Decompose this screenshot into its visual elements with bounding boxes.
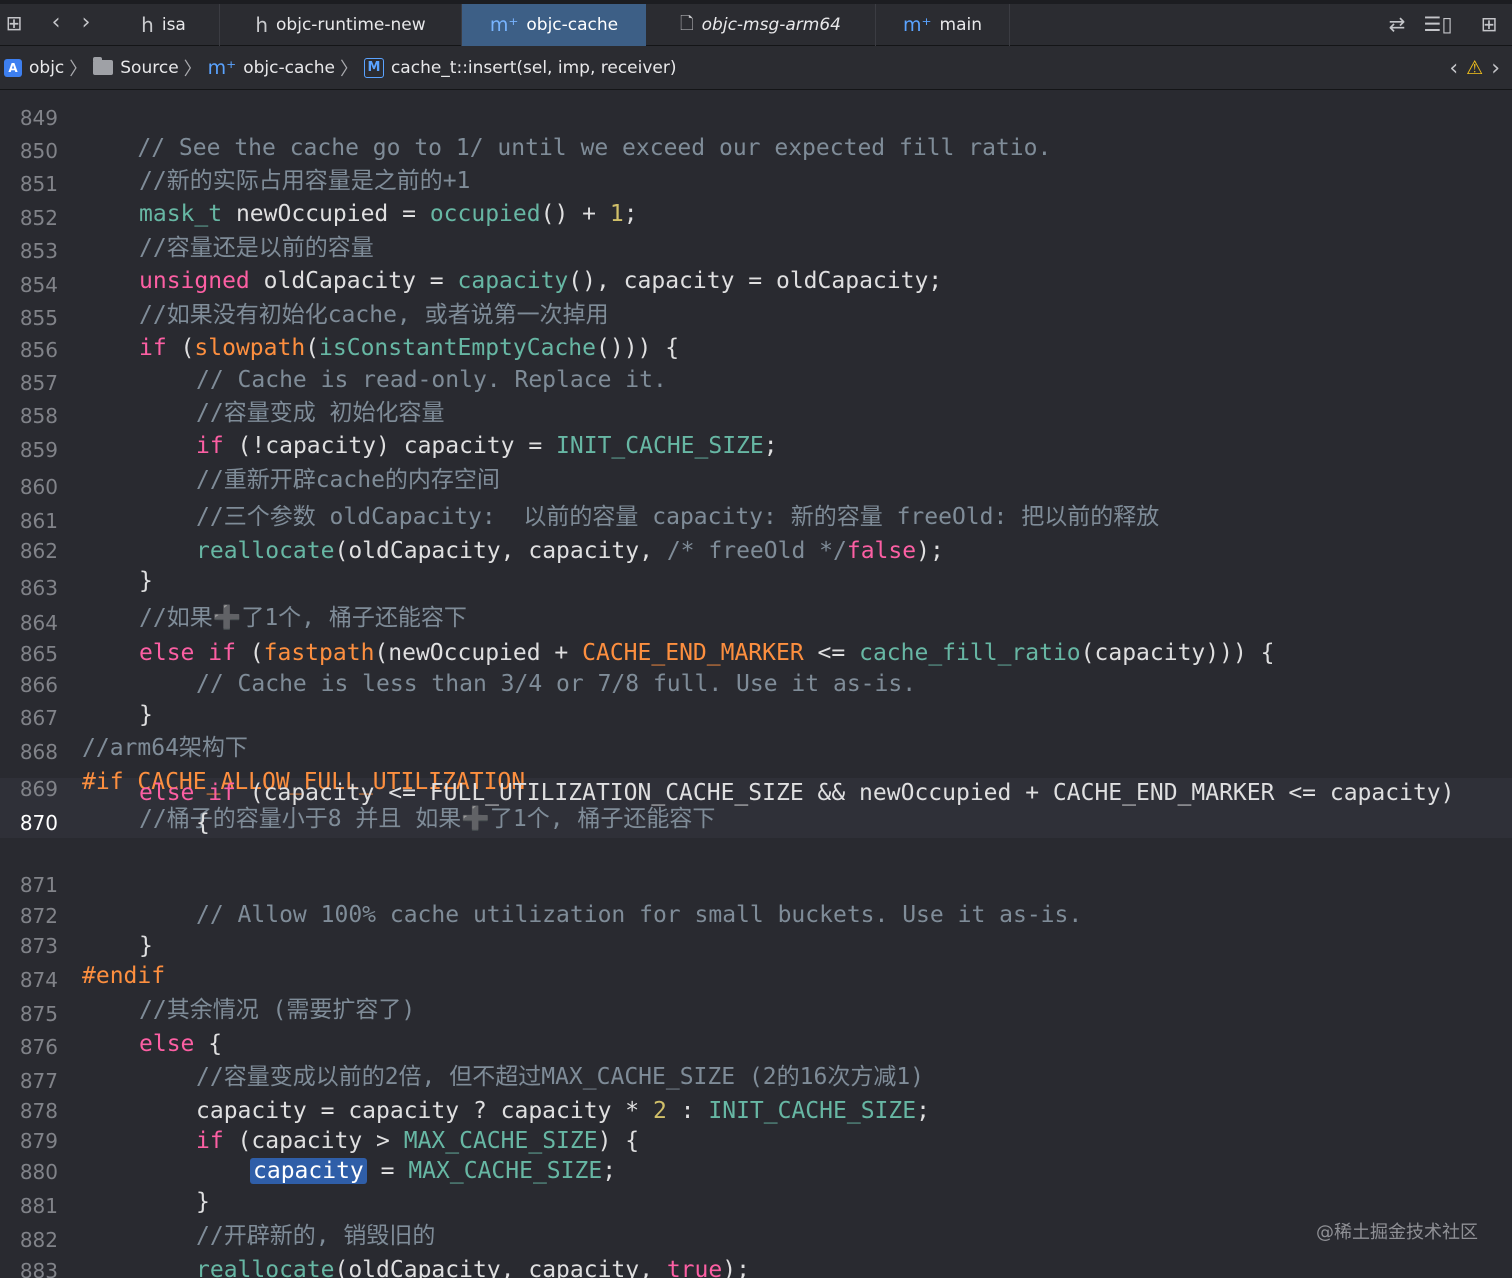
code-line: 871 // Allow 100% cache utilization for … [0,840,1512,928]
jump-bar: A objc 〉 Source 〉 m⁺ objc-cache 〉 M cach… [0,46,1512,90]
objc-source-file-icon: m⁺ [489,14,519,36]
code-line: 857 //容量变成 初始化容量 [0,338,1512,426]
code-line: 862 } [0,506,1512,594]
code-line: 867 //arm64架构下 [0,673,1512,761]
code-line: 872 } [0,871,1512,959]
tab-objc-msg-arm64[interactable]: 🗋 objc-msg-arm64 [646,4,876,46]
document-icon: 🗋 [679,13,694,34]
code-line: 861 reallocate(oldCapacity, capacity, /*… [0,476,1512,564]
chevron-right-icon: 〉 [339,58,358,80]
grid-icon[interactable]: ⊞ [2,10,26,36]
tab-bar: ⊞ ‹ › h isa h objc-runtime-new m⁺ objc-c… [0,0,1512,46]
code-line: 884 [0,1256,1512,1278]
back-icon[interactable]: ‹ [44,10,68,36]
code-line-current: 870 else if (capacity <= FULL_UTILIZATIO… [0,778,1512,838]
header-file-icon: h [141,13,154,37]
chevron-right-icon: 〉 [183,58,202,80]
folder-icon [93,57,114,75]
code-line: 859 //重新开辟cache的内存空间 [0,405,1512,493]
breadcrumb-label: cache_t::insert(sel, imp, receiver) [390,57,677,78]
code-line: 863 //如果➕了1个, 桶子还能容下 [0,543,1512,631]
code-line: 865 // Cache is less than 3/4 or 7/8 ful… [0,609,1512,697]
watermark: @稀土掘金技术社区 [1316,1222,1478,1243]
code-line: 878 if (capacity > MAX_CACHE_SIZE) { [0,1066,1512,1154]
code-line: 880 } [0,1127,1512,1215]
editor-options-icon[interactable]: ☰▯ [1420,12,1456,36]
code-line: 879 capacity = MAX_CACHE_SIZE; [0,1096,1512,1184]
tab-main[interactable]: m⁺ main [876,4,1010,46]
code-line: 849 // See the cache go to 1/ until we e… [0,90,1512,161]
line-number: 870 [19,811,58,835]
code-line: 881 //开辟新的, 销毁旧的 [0,1161,1512,1249]
breadcrumb-label: objc [29,57,65,78]
code-line: 877 capacity = capacity ? capacity * 2 :… [0,1036,1512,1124]
method-icon: M [363,57,384,78]
plain-token: (capacity <= FULL_UTILIZATION_CACHE_SIZE… [235,780,1455,806]
add-editor-icon[interactable]: ⊞ [1474,12,1504,36]
code-line: 873 #endif [0,901,1512,989]
breadcrumb-label: Source [120,57,179,78]
code-line: 852 //容量还是以前的容量 [0,173,1512,261]
tab-label: isa [161,15,186,35]
code-line: 866 } [0,640,1512,728]
tab-isa[interactable]: h isa [108,4,220,46]
objc-source-file-icon: m⁺ [902,14,932,36]
header-file-icon: h [255,13,269,37]
tab-label: objc-runtime-new [276,15,426,35]
code-line: 856 // Cache is read-only. Replace it. [0,305,1512,393]
code-line: 875 else { [0,969,1512,1057]
code-line: 855 if (slowpath(isConstantEmptyCache())… [0,273,1512,361]
previous-issue-icon[interactable]: ‹ [1449,56,1458,81]
tab-objc-cache[interactable]: m⁺ objc-cache [462,4,646,46]
breadcrumb-folder[interactable]: Source [93,46,179,90]
next-issue-icon[interactable]: › [1491,56,1500,81]
forward-icon[interactable]: › [74,10,98,36]
breadcrumb-label: objc-cache [243,57,335,78]
issue-navigator: ‹ ⚠ › [1449,46,1500,90]
code-line: 854 //如果没有初始化cache, 或者说第一次掉用 [0,240,1512,328]
chevron-right-icon: 〉 [69,58,88,80]
code-line: 853 unsigned oldCapacity = capacity(), c… [0,206,1512,294]
code-line: 882 reallocate(oldCapacity, capacity, tr… [0,1195,1512,1278]
code-line: 874 //其余情况 (需要扩容了) [0,935,1512,1023]
tab-label: objc-cache [526,15,619,35]
objc-source-file-icon: m⁺ [207,56,237,79]
tab-objc-runtime-new[interactable]: h objc-runtime-new [220,4,462,46]
code-line: 868 #if CACHE_ALLOW_FULL_UTILIZATION [0,707,1512,795]
code-line: 883 } [0,1226,1512,1278]
breadcrumb-project[interactable]: A objc [4,46,64,90]
project-icon: A [4,58,22,77]
code-line: 876 //容量变成以前的2倍, 但不超过MAX_CACHE_SIZE (2的1… [0,1002,1512,1090]
code-line: 864 else if (fastpath(newOccupied + CACH… [0,578,1512,666]
code-line: 869 //桶子的容量小于8 并且 如果➕了1个, 桶子还能容下 [0,744,1512,832]
code-text: else if (capacity <= FULL_UTILIZATION_CA… [139,778,1455,808]
breadcrumb-method[interactable]: M cache_t::insert(sel, imp, receiver) [363,46,677,90]
code-line: 850 //新的实际占用容量是之前的+1 [0,106,1512,194]
keyword-token: else if [139,780,236,806]
code-line: 860 //三个参数 oldCapacity: 以前的容量 capacity: … [0,442,1512,530]
breadcrumb-file[interactable]: m⁺ objc-cache [208,46,335,90]
swap-arrows-icon[interactable]: ⇄ [1382,12,1412,36]
plain-token: { [196,810,210,836]
code-line: 858 if (!capacity) capacity = INIT_CACHE… [0,371,1512,459]
code-line: 851 mask_t newOccupied = occupied() + 1; [0,139,1512,227]
warning-icon[interactable]: ⚠ [1466,57,1483,79]
tab-label: main [939,15,983,35]
code-editor[interactable]: 849 // See the cache go to 1/ until we e… [0,90,1512,1278]
tab-label: objc-msg-arm64 [701,15,841,35]
